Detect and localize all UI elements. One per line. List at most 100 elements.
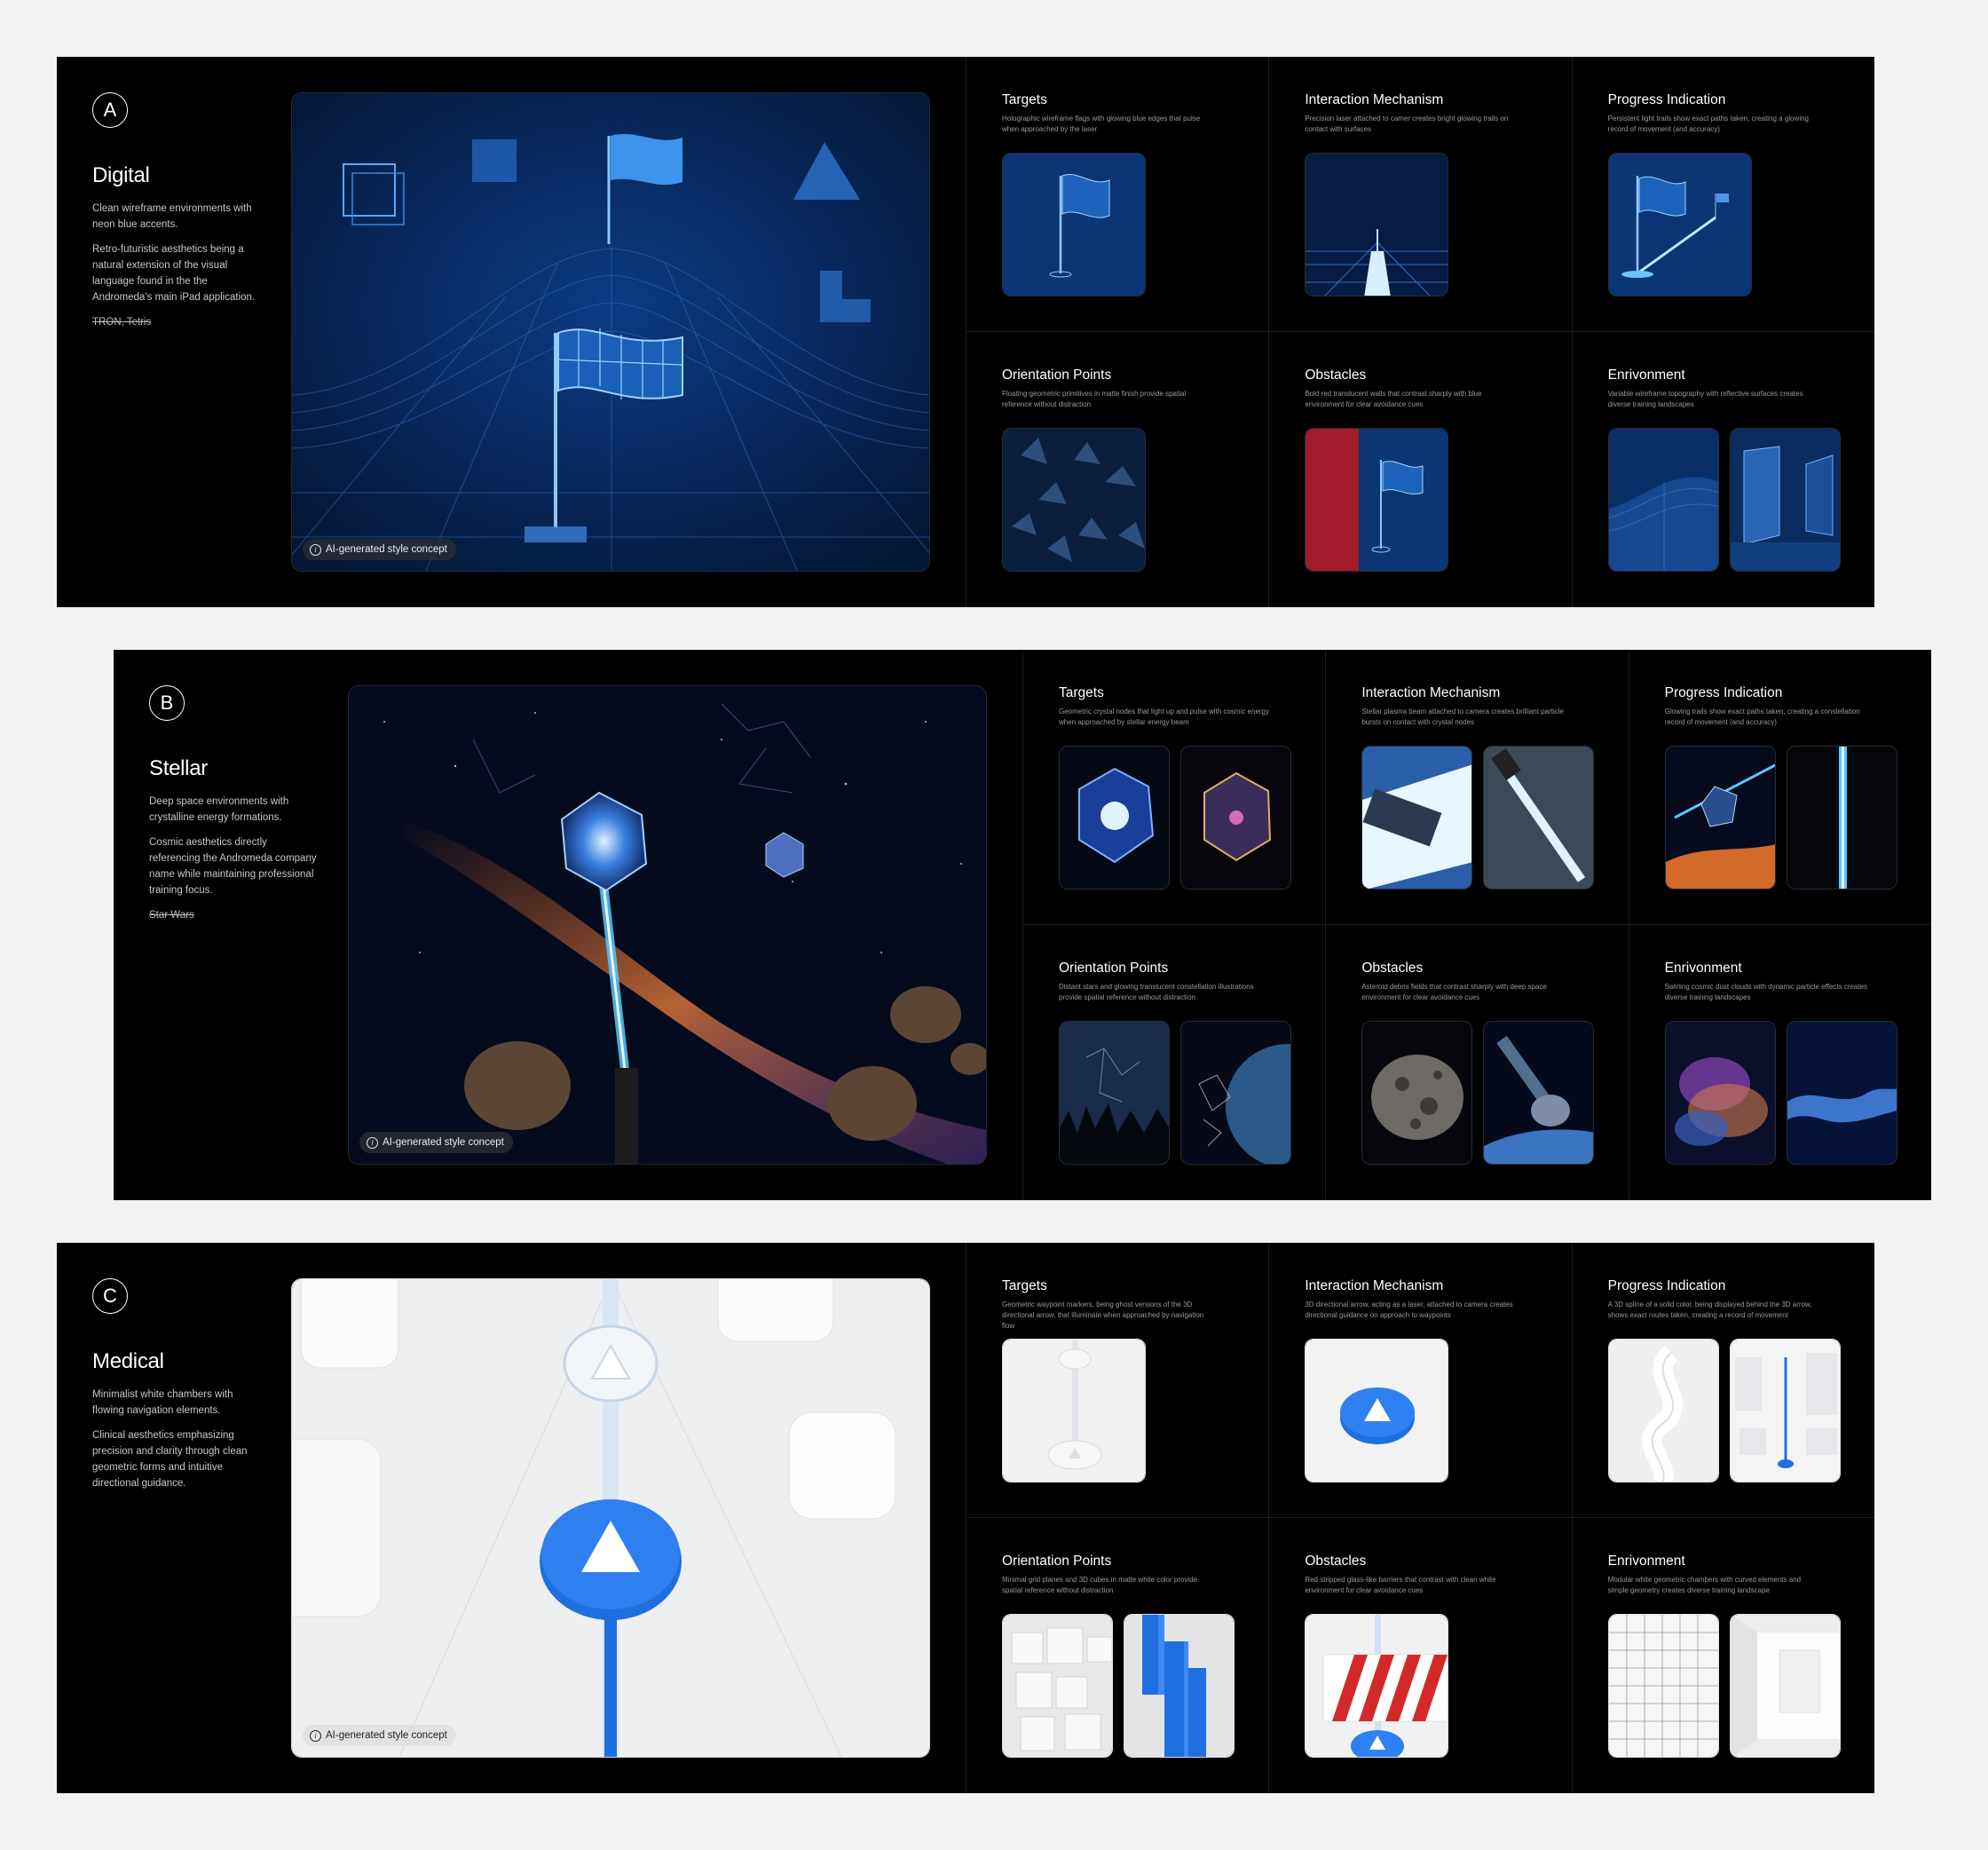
- panel-description: Clean wireframe environments with neon b…: [92, 201, 261, 339]
- feature-cell-targets: Targets Geometric waypoint markers, bein…: [966, 1243, 1269, 1518]
- panel-overview: A Digital Clean wireframe environments w…: [57, 57, 966, 607]
- feature-cell-orientation: Orientation Points Distant stars and glo…: [1022, 925, 1325, 1200]
- feature-description: Holographic wireframe flags with glowing…: [1002, 115, 1201, 133]
- ai-generated-tag: i AI-generated style concept: [303, 1725, 456, 1746]
- style-panel-stellar: B Stellar Deep space environments with c…: [114, 650, 1931, 1200]
- feature-cell-interaction: Interaction Mechanism 3D directional arr…: [1268, 1243, 1572, 1518]
- feature-thumbnail: [1729, 1614, 1841, 1758]
- info-icon: i: [310, 1729, 321, 1742]
- feature-description: Distant stars and glowing translucent co…: [1059, 983, 1254, 1001]
- feature-thumbnail: [1305, 428, 1449, 572]
- feature-thumbnail: [1607, 428, 1719, 572]
- feature-thumbnail: [1002, 1614, 1113, 1758]
- feature-thumbnail: [1786, 1021, 1897, 1165]
- feature-title: Enrivonment: [1607, 1554, 1685, 1569]
- panel-desc-1: Clean wireframe environments with neon b…: [92, 203, 252, 230]
- feature-cell-environment: Enrivonment Modular white geometric cham…: [1571, 1518, 1874, 1793]
- feature-thumbnail: [1002, 428, 1146, 572]
- feature-cell-progress: Progress Indication Glowing trails show …: [1628, 650, 1931, 925]
- panel-desc-2: Cosmic aesthetics directly referencing t…: [149, 837, 317, 896]
- feature-description: Precision laser attached to camer create…: [1305, 115, 1509, 133]
- panel-description: Deep space environments with crystalline…: [149, 794, 318, 932]
- feature-cell-progress: Progress Indication A 3D spline of a sol…: [1571, 1243, 1874, 1518]
- feature-thumbnail: [1002, 153, 1146, 296]
- ai-generated-label: AI-generated style concept: [326, 1730, 447, 1741]
- panel-reference: Star Wars: [149, 910, 194, 921]
- feature-grid: Targets Geometric crystal nodes that lig…: [1022, 650, 1931, 1200]
- feature-cell-environment: Enrivonment Swirling cosmic dust clouds …: [1628, 925, 1931, 1200]
- feature-cell-targets: Targets Holographic wireframe flags with…: [966, 57, 1269, 332]
- feature-description: Geometric crystal nodes that light up an…: [1059, 708, 1270, 726]
- panel-letter-badge: B: [149, 685, 185, 721]
- panel-overview: C Medical Minimalist white chambers with…: [57, 1243, 966, 1793]
- feature-thumbnail: [1002, 1339, 1146, 1482]
- ai-generated-label: AI-generated style concept: [326, 544, 447, 555]
- panel-description: Minimalist white chambers with flowing n…: [92, 1387, 261, 1500]
- feature-title: Targets: [1002, 92, 1047, 107]
- panel-overview: B Stellar Deep space environments with c…: [114, 650, 1022, 1200]
- feature-title: Progress Indication: [1664, 685, 1783, 700]
- hero-illustration: [349, 686, 986, 1164]
- ai-generated-tag: i AI-generated style concept: [303, 539, 456, 560]
- feature-title: Obstacles: [1305, 368, 1367, 383]
- feature-description: Glowing trails show exact paths taken, c…: [1664, 708, 1860, 726]
- feature-title: Enrivonment: [1664, 961, 1742, 976]
- feature-title: Progress Indication: [1607, 1278, 1726, 1293]
- feature-thumbnail: [1664, 746, 1776, 889]
- info-icon: i: [310, 543, 321, 556]
- feature-thumbnail: [1607, 153, 1752, 296]
- feature-description: Minimal grid planes and 3D cubes in matt…: [1002, 1576, 1198, 1594]
- feature-cell-progress: Progress Indication Persistent light tra…: [1571, 57, 1874, 332]
- feature-thumbnail: [1059, 746, 1170, 889]
- feature-cell-interaction: Interaction Mechanism Stellar plasma bea…: [1325, 650, 1629, 925]
- feature-thumbnail: [1305, 1614, 1449, 1758]
- feature-description: Geometric waypoint markers, being ghost …: [1002, 1301, 1204, 1330]
- feature-title: Orientation Points: [1059, 961, 1169, 976]
- feature-thumbnail: [1361, 746, 1473, 889]
- feature-cell-obstacles: Obstacles Asteroid debris fields that co…: [1325, 925, 1628, 1200]
- feature-thumbnail: [1607, 1339, 1719, 1482]
- feature-thumbnail: [1729, 428, 1841, 572]
- feature-thumbnail: [1361, 1021, 1473, 1165]
- feature-description: A 3D spline of a solid color, being disp…: [1607, 1301, 1812, 1319]
- feature-description: Modular white geometric chambers with cu…: [1607, 1576, 1802, 1594]
- panel-reference: TRON, Tetris: [92, 317, 152, 328]
- feature-cell-targets: Targets Geometric crystal nodes that lig…: [1022, 650, 1326, 925]
- feature-description: Asteroid debris fields that contrast sha…: [1361, 983, 1547, 1001]
- feature-grid: Targets Holographic wireframe flags with…: [966, 57, 1874, 607]
- feature-thumbnail: [1483, 746, 1595, 889]
- feature-title: Targets: [1002, 1278, 1047, 1293]
- feature-thumbnail: [1786, 746, 1897, 889]
- feature-thumbnail: [1059, 1021, 1170, 1165]
- feature-title: Obstacles: [1361, 961, 1424, 976]
- feature-thumbnail: [1180, 1021, 1291, 1165]
- feature-description: Swirling cosmic dust clouds with dynamic…: [1664, 983, 1868, 1001]
- hero-illustration: [292, 93, 929, 571]
- feature-thumbnail: [1607, 1614, 1719, 1758]
- hero-illustration: [292, 1279, 929, 1757]
- feature-description: Bold red translucent walls that contrast…: [1305, 390, 1482, 408]
- panel-desc-1: Deep space environments with crystalline…: [149, 796, 289, 823]
- feature-description: Floating geometric primitives in matte f…: [1002, 390, 1187, 408]
- feature-thumbnail: [1180, 746, 1291, 889]
- feature-cell-interaction: Interaction Mechanism Precision laser at…: [1268, 57, 1572, 332]
- feature-title: Interaction Mechanism: [1305, 92, 1444, 107]
- feature-cell-obstacles: Obstacles Bold red translucent walls tha…: [1268, 332, 1571, 607]
- feature-description: Stellar plasma beam attached to camera c…: [1361, 708, 1564, 726]
- panel-title: Digital: [92, 163, 150, 187]
- feature-grid: Targets Geometric waypoint markers, bein…: [966, 1243, 1874, 1793]
- feature-title: Orientation Points: [1002, 368, 1112, 383]
- feature-cell-orientation: Orientation Points Minimal grid planes a…: [966, 1518, 1268, 1793]
- panel-desc-2: Retro-futuristic aesthetics being a natu…: [92, 244, 256, 303]
- feature-thumbnail: [1124, 1614, 1235, 1758]
- feature-thumbnail: [1664, 1021, 1776, 1165]
- feature-thumbnail: [1483, 1021, 1595, 1165]
- feature-cell-environment: Enrivonment Variable wireframe topograph…: [1571, 332, 1874, 607]
- feature-description: Red stripped glass-like barriers that co…: [1305, 1576, 1496, 1594]
- feature-thumbnail: [1305, 153, 1449, 296]
- feature-description: 3D directional arrow, acting as a laser,…: [1305, 1301, 1513, 1319]
- panel-letter-badge: C: [92, 1278, 128, 1314]
- panel-desc-2: Clinical aesthetics emphasizing precisio…: [92, 1430, 248, 1489]
- panel-letter-badge: A: [92, 92, 128, 128]
- feature-title: Enrivonment: [1607, 368, 1685, 383]
